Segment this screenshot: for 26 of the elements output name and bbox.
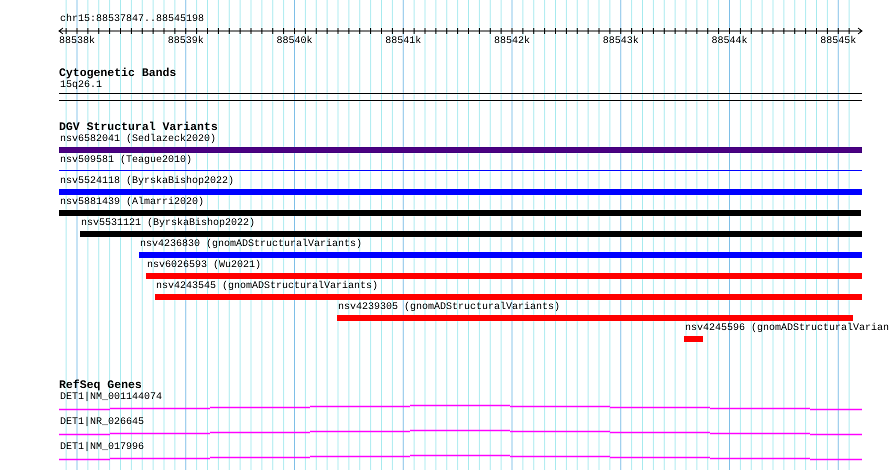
track-title: Cytogenetic Bands: [59, 68, 176, 80]
variant-label: nsv6026593 (Wu2021): [147, 260, 262, 272]
transcript-label: DET1|NM_017996: [60, 442, 144, 454]
location-label: chr15:88537847..88545198: [60, 14, 204, 26]
ruler-tick-label: 88539k: [168, 36, 204, 48]
variant-label: nsv6582041 (Sedlazeck2020): [60, 134, 216, 146]
ruler-tick-label: 88543k: [602, 36, 639, 48]
variant-label: nsv4239305 (gnomADStructuralVariants): [338, 302, 560, 314]
transcript-label: DET1|NM_001144074: [60, 392, 162, 404]
band-label: 15q26.1: [60, 80, 102, 92]
track-title: RefSeq Genes: [59, 380, 142, 392]
variant-label: nsv5524118 (ByrskaBishop2022): [60, 176, 234, 188]
track-title: DGV Structural Variants: [59, 122, 218, 134]
ruler-tick-label: 88542k: [494, 36, 530, 48]
variant-label: nsv5881439 (Almarri2020): [60, 197, 204, 209]
variant-label: nsv4236830 (gnomADStructuralVariants): [140, 239, 362, 251]
variant-label: nsv509581 (Teague2010): [60, 155, 192, 167]
ruler-tick-label: 88540k: [276, 36, 312, 48]
variant-label: nsv5531121 (ByrskaBishop2022): [81, 218, 256, 230]
ruler-tick-label: 88544k: [712, 36, 748, 48]
variant-label: nsv4243545 (gnomADStructuralVariants): [156, 281, 378, 293]
ruler-tick-label: 88545k: [820, 36, 856, 48]
ruler-tick-label: 88541k: [385, 36, 422, 48]
transcript-label: DET1|NR_026645: [60, 417, 144, 429]
variant-label: nsv4245596 (gnomADStructuralVarian: [685, 323, 890, 335]
ruler-tick-label: 88538k: [59, 36, 95, 48]
